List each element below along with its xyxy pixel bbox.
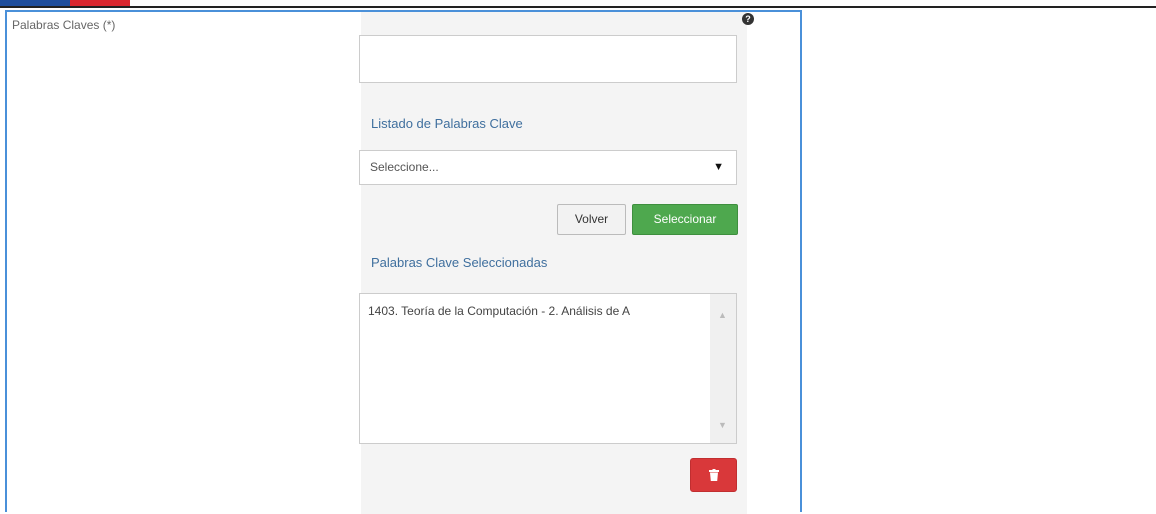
keyword-select[interactable]: Seleccione... ▼: [359, 150, 737, 185]
trash-icon: [709, 469, 719, 481]
header-divider: [0, 6, 1156, 8]
list-item[interactable]: 1403. Teoría de la Computación - 2. Anál…: [368, 304, 708, 318]
keyword-input[interactable]: [359, 35, 737, 83]
question-circle-icon[interactable]: ?: [742, 13, 754, 25]
scroll-up-icon[interactable]: ▲: [718, 310, 727, 320]
selected-keywords-list[interactable]: 1403. Teoría de la Computación - 2. Anál…: [359, 293, 737, 444]
field-label: Palabras Claves (*): [12, 18, 116, 32]
keyword-list-title: Listado de Palabras Clave: [371, 116, 523, 131]
delete-button[interactable]: [690, 458, 737, 492]
dropdown-arrow-icon: ▼: [713, 161, 724, 173]
scrollbar[interactable]: ▲ ▼: [710, 294, 736, 443]
back-button[interactable]: Volver: [557, 204, 626, 235]
keyword-select-value: Seleccione...: [370, 160, 439, 174]
selected-keywords-title: Palabras Clave Seleccionadas: [371, 255, 548, 270]
scroll-down-icon[interactable]: ▼: [718, 420, 727, 430]
select-button[interactable]: Seleccionar: [632, 204, 738, 235]
